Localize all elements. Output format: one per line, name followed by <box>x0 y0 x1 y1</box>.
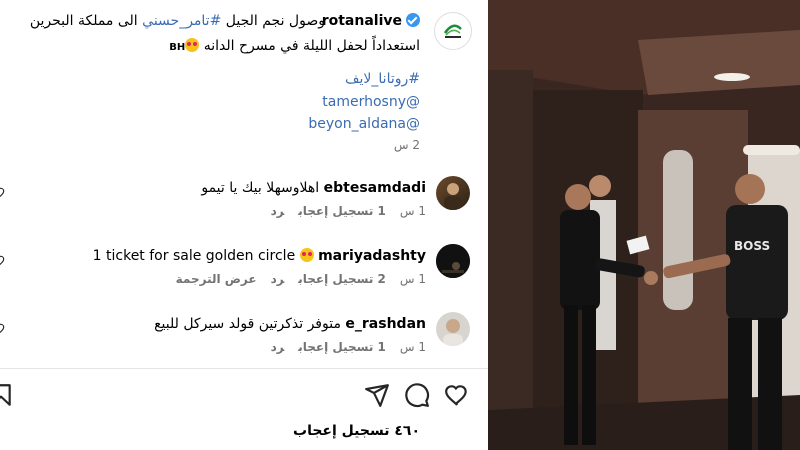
comment-item: 1 ticket for sale golden circle mariyada… <box>0 244 488 286</box>
likes-count[interactable]: ٤٦٠ تسجيل إعجاب <box>293 423 420 439</box>
hashtag-link[interactable]: #تامر_حسني <box>142 13 221 29</box>
rotana-logo-icon <box>436 14 470 48</box>
comment-time[interactable]: 1 س <box>400 272 426 286</box>
heart-icon[interactable] <box>0 186 6 200</box>
comment-text: ebtesamdadi اهلاوسهلا بيك يا تيمو <box>201 180 426 196</box>
user-photo-icon <box>436 244 470 278</box>
comment-username[interactable]: ebtesamdadi <box>324 180 426 196</box>
comment-meta: 1 س 1 تسجيل إعجاب رد <box>257 340 426 354</box>
user-photo-icon <box>444 183 462 210</box>
comment-likes[interactable]: 2 تسجيل إعجاب <box>298 272 386 286</box>
mention-beyon-aldana[interactable]: beyon_aldana@ <box>308 116 420 132</box>
heart-icon[interactable] <box>444 382 470 408</box>
comment-time[interactable]: 1 س <box>400 204 426 218</box>
user-photo-icon <box>443 319 463 346</box>
avatar[interactable] <box>436 312 470 346</box>
bookmark-icon[interactable] <box>0 382 14 408</box>
rotana-avatar[interactable] <box>434 12 472 50</box>
comment-item: ebtesamdadi اهلاوسهلا بيك يا تيمو 1 س 1 ت… <box>0 176 488 218</box>
caption-line-2: استعداداً لحفل الليلة في مسرح الدانه BH <box>169 38 420 54</box>
post-media[interactable]: BOSS <box>488 0 800 450</box>
comment-item: e_rashdan متوفر تذكرتين قولد سيركل للبيع… <box>0 312 488 354</box>
comment-likes[interactable]: 1 تسجيل إعجاب <box>298 204 386 218</box>
comment-username[interactable]: e_rashdan <box>345 316 426 332</box>
post-username[interactable]: rotanalive <box>322 13 420 29</box>
heart-icon[interactable] <box>0 322 6 336</box>
post-timestamp[interactable]: 2 س <box>394 138 420 152</box>
avatar[interactable] <box>436 244 470 278</box>
shirt-print: BOSS <box>734 239 770 253</box>
smiling-emoji-icon <box>299 248 314 262</box>
heart-eyes-emoji-icon <box>185 38 200 52</box>
reply-button[interactable]: رد <box>271 340 285 354</box>
see-translation-button[interactable]: عرض الترجمة <box>176 272 257 286</box>
heart-icon[interactable] <box>0 254 6 268</box>
divider <box>0 368 488 369</box>
comment-meta: 1 س 1 تسجيل إعجاب رد <box>257 204 426 218</box>
post-date: ... <box>418 445 429 450</box>
reply-button[interactable]: رد <box>271 272 285 286</box>
comment-icon[interactable] <box>404 382 430 408</box>
comment-text: 1 ticket for sale golden circle mariyada… <box>92 248 426 264</box>
reply-button[interactable]: رد <box>271 204 285 218</box>
hashtag-rotana-live[interactable]: #روتانا_لايف <box>345 71 420 87</box>
comment-time[interactable]: 1 س <box>400 340 426 354</box>
comment-likes[interactable]: 1 تسجيل إعجاب <box>298 340 386 354</box>
bahrain-flag-icon: BH <box>169 42 186 53</box>
comment-meta: 1 س 2 تسجيل إعجاب رد عرض الترجمة <box>162 272 426 286</box>
comment-username[interactable]: mariyadashty <box>318 248 426 264</box>
video-frame-image: BOSS <box>488 0 800 450</box>
post-details-panel: rotanalive وصول نجم الجيل #تامر_حسني الى… <box>0 0 488 450</box>
mention-tamerhosny[interactable]: tamerhosny@ <box>322 94 420 110</box>
comment-text: e_rashdan متوفر تذكرتين قولد سيركل للبيع <box>154 316 426 332</box>
avatar[interactable] <box>436 176 470 210</box>
caption-line-1: وصول نجم الجيل #تامر_حسني الى مملكة البح… <box>29 13 325 29</box>
verified-badge-icon <box>406 13 420 27</box>
share-icon[interactable] <box>364 382 390 408</box>
